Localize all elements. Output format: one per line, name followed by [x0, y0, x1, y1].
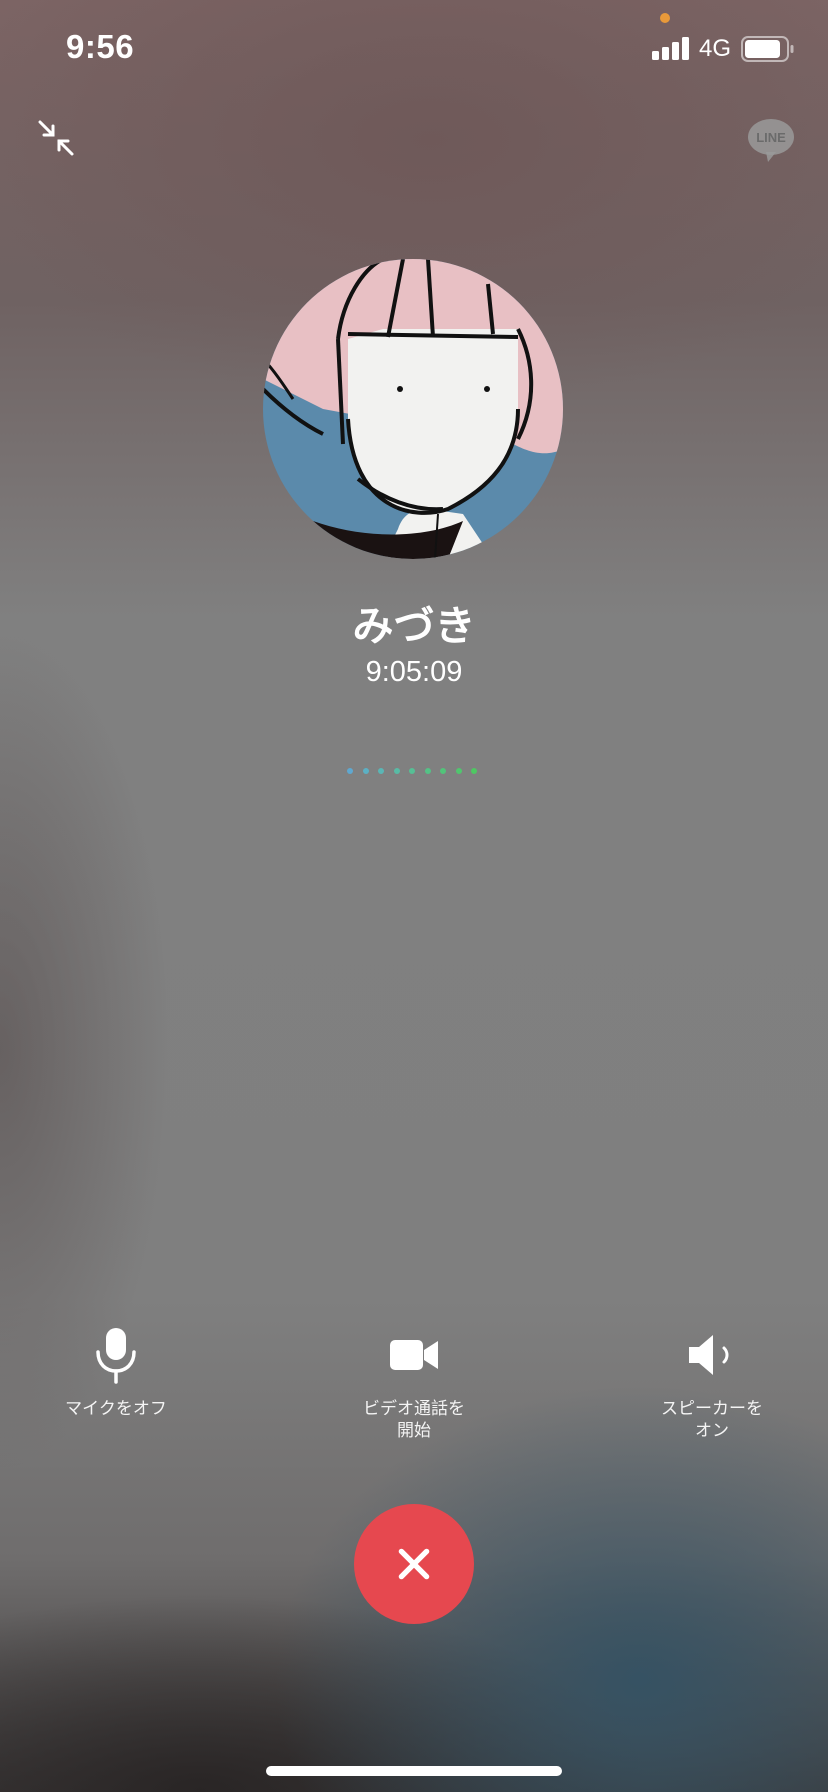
audio-level-dot	[424, 768, 431, 774]
close-icon	[398, 1548, 430, 1580]
audio-level-dot	[440, 768, 446, 774]
speaker-label: スピーカーを オン	[661, 1399, 763, 1441]
caller-avatar	[263, 259, 563, 559]
speaker-button[interactable]: スピーカーを オン	[622, 1326, 802, 1442]
line-logo-icon: LINE	[748, 119, 794, 162]
microphone-in-use-indicator	[660, 13, 670, 23]
microphone-icon	[96, 1328, 136, 1384]
mute-mic-label: マイクをオフ	[65, 1399, 167, 1419]
mute-mic-button[interactable]: マイクをオフ	[26, 1326, 206, 1420]
audio-level-indicator	[347, 768, 487, 780]
audio-level-dot	[409, 768, 415, 774]
end-call-button[interactable]	[354, 1504, 474, 1624]
audio-level-dot	[471, 768, 477, 774]
battery-icon	[741, 36, 794, 62]
start-video-button[interactable]: ビデオ通話を 開始	[324, 1326, 504, 1442]
signal-icon	[652, 36, 692, 60]
speaker-icon	[689, 1335, 729, 1375]
minimize-arrows-icon[interactable]	[36, 118, 76, 158]
call-screen: 9:56 4G LINE みづき 9:05:09 マイクをオフ ビデオ通話を 開…	[0, 0, 828, 1792]
audio-level-dot	[362, 768, 369, 774]
network-type: 4G	[699, 35, 732, 62]
status-bar: 9:56 4G	[0, 0, 828, 100]
caller-name: みづき	[352, 602, 476, 650]
audio-level-dot	[347, 768, 353, 774]
start-video-label: ビデオ通話を 開始	[363, 1399, 465, 1441]
status-time: 9:56	[66, 28, 135, 65]
home-indicator[interactable]	[266, 1766, 562, 1776]
audio-level-dot	[378, 768, 384, 774]
audio-level-dot	[455, 768, 462, 774]
audio-level-dot	[393, 768, 400, 774]
svg-text:LINE: LINE	[756, 130, 786, 145]
call-duration: 9:05:09	[365, 656, 463, 688]
video-camera-icon	[390, 1340, 438, 1370]
